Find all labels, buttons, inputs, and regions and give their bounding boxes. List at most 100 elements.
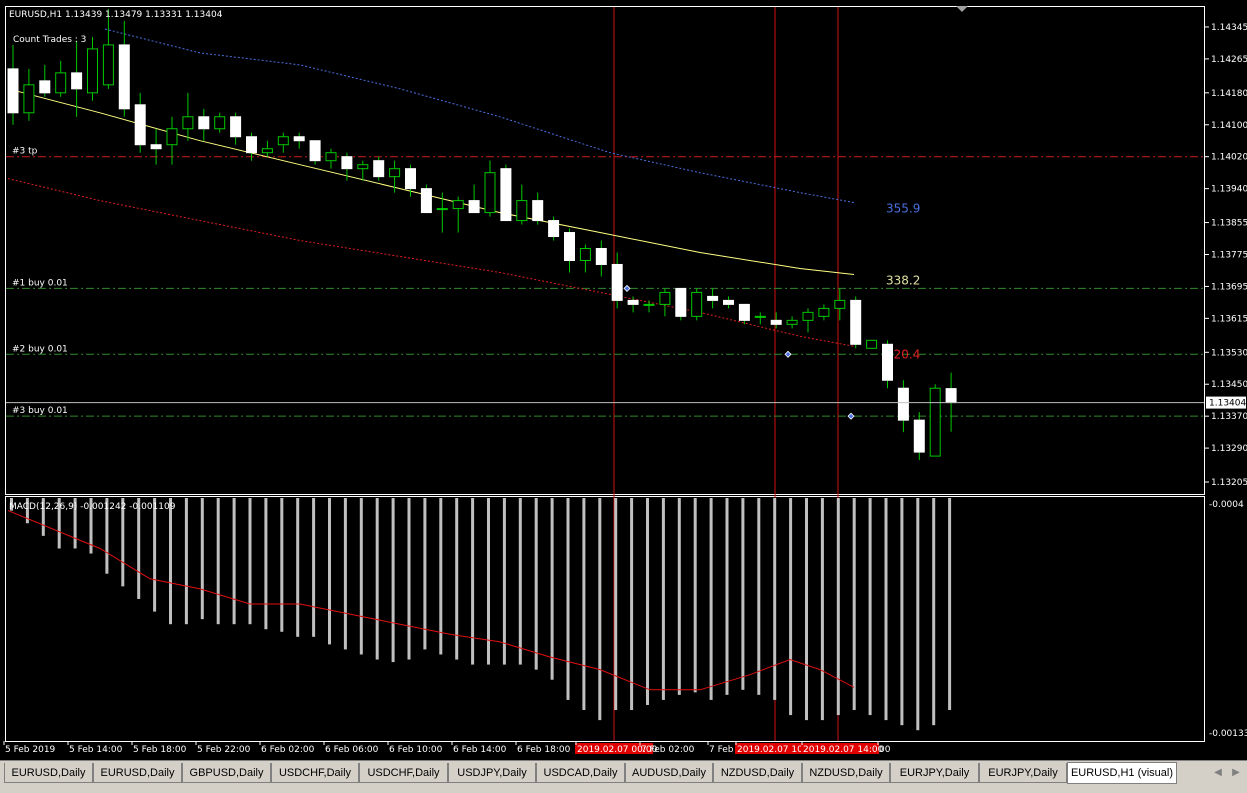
candle-body: [405, 168, 416, 190]
candle[interactable]: [548, 216, 560, 241]
tab-scroll-left-icon[interactable]: ◀: [1211, 765, 1225, 779]
candle-body: [579, 248, 591, 261]
tab-eurusd-daily[interactable]: EURUSD,Daily: [4, 763, 93, 783]
macd-histogram-bar: [677, 498, 681, 695]
macd-histogram-bar: [916, 498, 920, 731]
price-tick-label: 1.13370: [1211, 412, 1247, 422]
tab-eurusd-h1-visual[interactable]: EURUSD,H1 (visual): [1067, 762, 1177, 784]
candle-body: [134, 104, 146, 146]
macd-histogram-bar: [328, 498, 331, 645]
macd-histogram-bar: [534, 498, 538, 670]
candle-body: [118, 44, 130, 110]
candle-body: [261, 148, 273, 154]
candle-body: [87, 48, 98, 94]
candle-body: [866, 339, 878, 349]
macd-histogram-bar: [820, 498, 824, 721]
macd-histogram-bar: [709, 498, 713, 700]
candle-body: [214, 116, 226, 130]
tab-audusd-daily[interactable]: AUDUSD,Daily: [625, 763, 713, 783]
candle-body: [277, 136, 289, 146]
candle-body: [198, 116, 210, 130]
candle-body: [309, 140, 321, 162]
candle-body: [420, 188, 432, 214]
candle[interactable]: [866, 339, 878, 349]
count-trades-label: Count Trades : 3: [13, 35, 86, 45]
candle[interactable]: [675, 287, 687, 321]
candle[interactable]: [929, 384, 941, 457]
macd-histogram-bar: [439, 498, 443, 655]
macd-histogram-bar: [598, 498, 602, 721]
candle-body: [500, 168, 512, 222]
candle-body: [55, 72, 67, 94]
candle-body: [802, 311, 814, 321]
candle-body: [436, 208, 448, 211]
candle[interactable]: [500, 164, 512, 222]
price-tick-label: 1.13290: [1211, 444, 1247, 454]
candle-body: [834, 299, 846, 309]
chart-tab-bar: EURUSD,Daily EURUSD,Daily GBPUSD,Daily USDC…: [0, 760, 1247, 793]
macd-histogram-bar: [200, 498, 204, 620]
macd-histogram-bar: [900, 498, 904, 726]
macd-histogram-bar: [693, 498, 697, 693]
time-tick-label: 7 Feb 02:00: [641, 745, 695, 755]
tab-eurjpy-daily[interactable]: EURJPY,Daily: [979, 763, 1067, 783]
price-tick-label: 1.14265: [1211, 55, 1247, 65]
price-tick-label: 1.14100: [1211, 121, 1247, 131]
tab-scroll-right-icon[interactable]: ▶: [1229, 765, 1243, 779]
macd-histogram-bar: [582, 498, 586, 711]
candle-body: [182, 116, 194, 130]
macd-label: MACD(12,26,9) -0.001242 -0.001109: [9, 502, 176, 512]
time-tick-label: 6 Feb 18:00: [517, 745, 571, 755]
tab-usdjpy-daily[interactable]: USDJPY,Daily: [448, 763, 536, 783]
candle-body: [23, 84, 35, 114]
ma-value-label: 355.9: [886, 202, 920, 216]
candle[interactable]: [691, 288, 703, 321]
macd-histogram-bar: [137, 498, 141, 599]
order-line-label: #2 buy 0.01: [12, 344, 68, 354]
candle-body: [532, 200, 544, 222]
candle-body: [484, 172, 496, 214]
macd-histogram-bar: [153, 498, 157, 612]
tab-gbpusd-daily[interactable]: GBPUSD,Daily: [182, 763, 271, 783]
candle-body: [39, 80, 51, 94]
tab-usdchf-daily[interactable]: USDCHF,Daily: [271, 763, 359, 783]
candle-body: [246, 136, 257, 154]
candle-body: [325, 152, 337, 162]
candle-body: [691, 291, 703, 317]
price-tick-label: 1.13530: [1211, 348, 1247, 358]
candle-body: [452, 200, 464, 210]
macd-histogram-bar: [264, 498, 268, 630]
macd-histogram-bar: [375, 498, 379, 660]
candle[interactable]: [309, 140, 321, 165]
candle-body: [675, 287, 687, 317]
tab-eurusd-daily[interactable]: EURUSD,Daily: [93, 763, 182, 783]
tab-nzdusd-daily[interactable]: NZDUSD,Daily: [802, 763, 890, 783]
tab-nzdusd-daily[interactable]: NZDUSD,Daily: [713, 763, 802, 783]
candle-body: [913, 419, 925, 453]
chart-canvas[interactable]: #3 tp #1 buy 0.01 #2 buy 0.01 #3 buy 0.01 3…: [0, 0, 1247, 760]
macd-histogram-bar: [280, 498, 284, 632]
price-tick-label: 1.13695: [1211, 282, 1247, 292]
macd-histogram-bar: [312, 498, 316, 637]
candle-body: [150, 144, 162, 150]
tab-usdchf-daily[interactable]: USDCHF,Daily: [359, 763, 448, 783]
symbol-header: EURUSD,H1 1.13439 1.13479 1.13331 1.1340…: [9, 10, 223, 20]
macd-histogram-bar: [471, 498, 475, 665]
macd-histogram-bar: [391, 498, 395, 663]
tab-usdcad-daily[interactable]: USDCAD,Daily: [536, 763, 625, 783]
candle-body: [102, 44, 114, 86]
order-line-label: #3 buy 0.01: [12, 406, 68, 416]
candle-body: [882, 343, 893, 381]
macd-histogram-bar: [184, 498, 188, 625]
candle-body: [945, 388, 957, 404]
candle[interactable]: [420, 184, 432, 214]
macd-histogram-bar: [725, 498, 729, 695]
macd-histogram-bar: [614, 498, 618, 711]
tab-eurjpy-daily[interactable]: EURJPY,Daily: [890, 763, 979, 783]
candle[interactable]: [850, 296, 862, 349]
macd-tick-label: -0.001335: [1209, 729, 1247, 739]
price-tick-label: 1.13205: [1211, 478, 1247, 488]
candle-body: [468, 200, 480, 214]
macd-histogram-bar: [757, 498, 761, 695]
candle[interactable]: [373, 156, 385, 181]
